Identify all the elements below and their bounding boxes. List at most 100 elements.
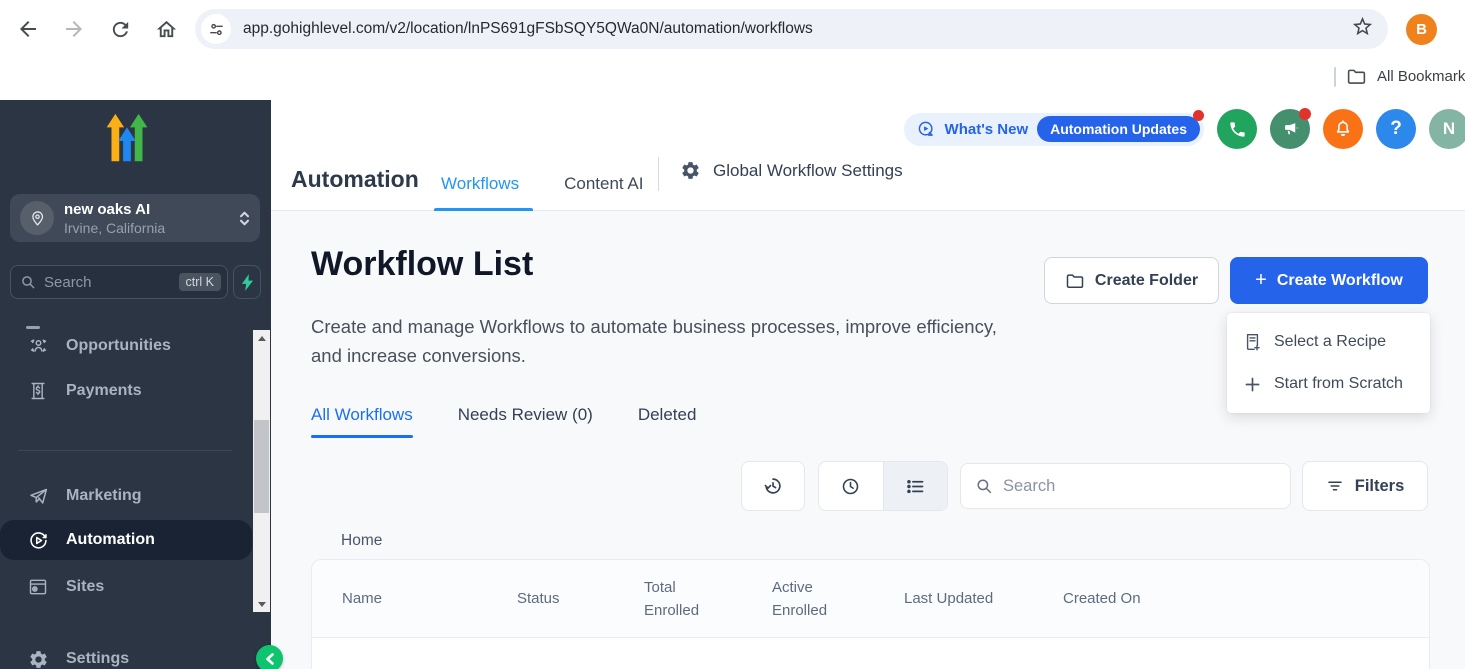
filters-label: Filters bbox=[1355, 477, 1405, 496]
workflow-list-tabs: All Workflows Needs Review (0) Deleted bbox=[311, 405, 696, 438]
sidebar-item-payments[interactable]: Payments bbox=[0, 371, 252, 411]
create-folder-label: Create Folder bbox=[1095, 272, 1198, 290]
scrollbar-down-arrow[interactable] bbox=[253, 596, 270, 612]
sidebar-item-opportunities[interactable]: Opportunities bbox=[0, 326, 252, 366]
tab-deleted[interactable]: Deleted bbox=[638, 405, 697, 438]
sidebar-item-label: Sites bbox=[66, 578, 104, 596]
announcement-icon bbox=[917, 120, 936, 139]
create-workflow-dropdown: Select a Recipe Start from Scratch bbox=[1227, 313, 1430, 413]
scrollbar-up-arrow[interactable] bbox=[253, 330, 270, 346]
breadcrumb-home[interactable]: Home bbox=[341, 532, 382, 550]
scrollbar-thumb[interactable] bbox=[254, 420, 269, 513]
workflow-list-description: Create and manage Workflows to automate … bbox=[311, 312, 1016, 370]
sidebar-search-input[interactable] bbox=[44, 274, 179, 291]
sidebar-item-automation[interactable]: Automation bbox=[0, 520, 252, 560]
browser-nav-row: app.gohighlevel.com/v2/location/lnPS691g… bbox=[0, 0, 1465, 58]
question-mark-icon: ? bbox=[1390, 118, 1402, 140]
column-header-status[interactable]: Status bbox=[517, 587, 644, 610]
menu-item-select-recipe[interactable]: Select a Recipe bbox=[1227, 321, 1430, 363]
sidebar-item-settings[interactable]: Settings bbox=[0, 639, 252, 669]
sidebar-scrollbar[interactable] bbox=[253, 330, 270, 612]
user-avatar[interactable]: N bbox=[1429, 109, 1465, 149]
app-window: new oaks AI Irvine, California ctrl K bbox=[0, 100, 1465, 669]
header-tabs: Workflows Content AI bbox=[441, 156, 688, 211]
column-header-active-enrolled[interactable]: Active Enrolled bbox=[772, 576, 904, 622]
workflow-table: Name Status Total Enrolled Active Enroll… bbox=[311, 559, 1430, 669]
sidebar-search[interactable]: ctrl K bbox=[10, 265, 228, 299]
keyboard-shortcut-badge: ctrl K bbox=[179, 273, 221, 291]
table-header-row: Name Status Total Enrolled Active Enroll… bbox=[312, 560, 1429, 638]
global-settings-label: Global Workflow Settings bbox=[713, 161, 903, 181]
site-settings-icon[interactable] bbox=[201, 14, 231, 44]
column-header-created-on[interactable]: Created On bbox=[1063, 587, 1429, 610]
time-view-button[interactable] bbox=[819, 462, 884, 510]
megaphone-icon bbox=[1281, 120, 1300, 139]
column-header-total-enrolled[interactable]: Total Enrolled bbox=[644, 576, 772, 622]
create-workflow-button[interactable]: + Create Workflow bbox=[1230, 257, 1428, 304]
tab-workflows[interactable]: Workflows bbox=[441, 156, 541, 211]
column-header-name[interactable]: Name bbox=[342, 587, 517, 610]
lightning-bolt-icon bbox=[241, 274, 254, 291]
tab-content-ai[interactable]: Content AI bbox=[564, 156, 665, 211]
sidebar-divider bbox=[18, 450, 232, 451]
menu-item-label: Start from Scratch bbox=[1274, 375, 1403, 393]
sidebar-item-marketing[interactable]: Marketing bbox=[0, 476, 252, 516]
forward-icon[interactable] bbox=[62, 17, 86, 41]
quick-actions-button[interactable] bbox=[233, 265, 261, 299]
utility-bar: What's New Automation Updates bbox=[904, 109, 1465, 149]
chevron-left-icon bbox=[265, 653, 275, 665]
reload-icon[interactable] bbox=[108, 17, 132, 41]
settings-gear-icon bbox=[27, 648, 49, 669]
location-switcher[interactable]: new oaks AI Irvine, California bbox=[10, 194, 260, 242]
search-icon bbox=[975, 477, 993, 495]
clock-icon bbox=[840, 476, 861, 497]
notifications-button[interactable] bbox=[1323, 109, 1363, 149]
tab-all-workflows[interactable]: All Workflows bbox=[311, 405, 413, 438]
back-icon[interactable] bbox=[16, 17, 40, 41]
help-button[interactable]: ? bbox=[1376, 109, 1416, 149]
plus-icon bbox=[1243, 377, 1261, 392]
tab-needs-review[interactable]: Needs Review (0) bbox=[458, 405, 593, 438]
location-pin-icon bbox=[20, 201, 54, 235]
url-text[interactable]: app.gohighlevel.com/v2/location/lnPS691g… bbox=[243, 20, 1351, 38]
sites-icon bbox=[27, 576, 49, 598]
phone-icon bbox=[1228, 120, 1247, 139]
sidebar-item-sites[interactable]: Sites bbox=[0, 567, 252, 607]
sidebar-item-label: Automation bbox=[66, 531, 155, 549]
home-icon[interactable] bbox=[154, 17, 178, 41]
address-bar[interactable]: app.gohighlevel.com/v2/location/lnPS691g… bbox=[195, 9, 1388, 49]
sidebar-item-label: Payments bbox=[66, 382, 142, 400]
browser-profile-avatar[interactable]: B bbox=[1406, 14, 1437, 45]
bell-icon bbox=[1333, 119, 1353, 139]
phone-button[interactable] bbox=[1217, 109, 1257, 149]
browser-chrome: app.gohighlevel.com/v2/location/lnPS691g… bbox=[0, 0, 1465, 100]
main-content: What's New Automation Updates bbox=[271, 100, 1465, 669]
search-icon bbox=[20, 274, 36, 290]
global-workflow-settings-link[interactable]: Global Workflow Settings bbox=[680, 160, 903, 181]
recipe-icon bbox=[1243, 333, 1261, 351]
enrollment-history-button[interactable] bbox=[741, 461, 805, 511]
list-view-button[interactable] bbox=[884, 462, 948, 510]
page-title: Automation bbox=[291, 166, 419, 193]
notification-dot bbox=[1299, 108, 1311, 120]
filters-button[interactable]: Filters bbox=[1302, 461, 1428, 511]
marketing-icon bbox=[27, 485, 49, 507]
create-workflow-label: Create Workflow bbox=[1277, 272, 1403, 290]
column-header-last-updated[interactable]: Last Updated bbox=[904, 587, 1063, 610]
bookmark-star-icon[interactable] bbox=[1351, 15, 1374, 43]
whats-new-label: What's New bbox=[945, 121, 1029, 138]
sidebar-collapse-button[interactable] bbox=[256, 645, 283, 669]
create-folder-button[interactable]: Create Folder bbox=[1044, 257, 1219, 304]
notification-dot bbox=[1193, 110, 1204, 121]
sidebar-item-label: Settings bbox=[66, 650, 129, 668]
whats-new-pill[interactable]: What's New Automation Updates bbox=[904, 113, 1204, 146]
gohighlevel-logo-icon bbox=[0, 110, 253, 168]
all-bookmarks-label[interactable]: All Bookmarks bbox=[1377, 68, 1465, 85]
workflow-search-input[interactable] bbox=[1003, 477, 1276, 496]
workflow-search[interactable] bbox=[960, 463, 1291, 509]
bookmarks-folder-icon[interactable] bbox=[1346, 66, 1367, 87]
menu-item-start-from-scratch[interactable]: Start from Scratch bbox=[1227, 363, 1430, 405]
automation-icon bbox=[27, 529, 49, 551]
automation-updates-badge[interactable]: Automation Updates bbox=[1037, 116, 1200, 142]
announcements-button[interactable] bbox=[1270, 109, 1310, 149]
